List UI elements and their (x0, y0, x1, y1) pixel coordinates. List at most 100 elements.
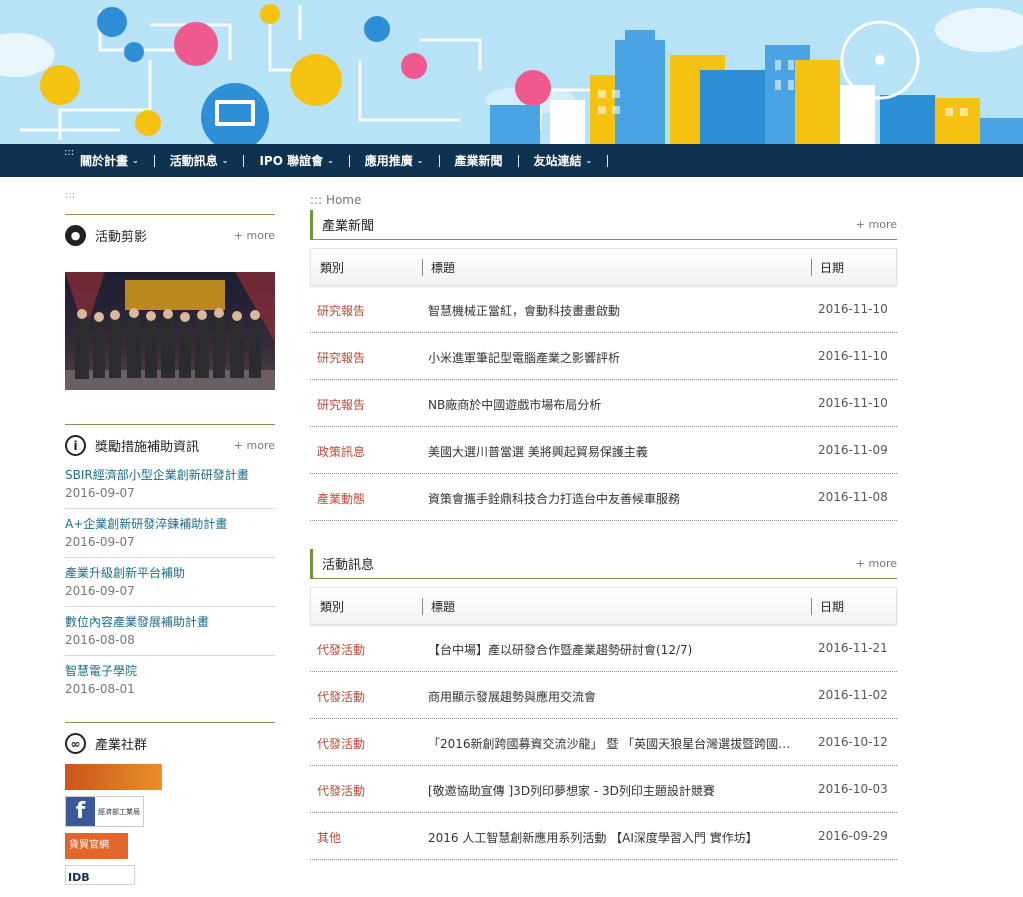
idb-logo-text: 經濟部工業局 (98, 807, 140, 816)
nav-divider (438, 154, 440, 167)
subsidy-item-title[interactable]: 數位內容產業發展補助計畫 (65, 613, 275, 631)
table-row[interactable]: 代發活動 [敬邀協助宣傳 ]3D列印夢想家 - 3D列印主題設計競賽 2016-10… (310, 766, 897, 813)
table-row[interactable]: 代發活動 商用顯示發展趨勢與應用交流會 2016-11-02 (310, 672, 897, 719)
chevron-down-icon: ⌄ (221, 156, 229, 165)
row-title[interactable]: NB廠商於中國遊戲市場布局分析 (428, 396, 601, 413)
row-title[interactable]: [敬邀協助宣傳 ]3D列印夢想家 - 3D列印主題設計競賽 (428, 782, 715, 799)
col-category: 類別 (320, 260, 345, 275)
sidebar-accesskey[interactable]: ::: (65, 190, 275, 214)
table-row[interactable]: 產業動態 資策會攜手銓鼎科技合力打造台中友善候車服務 2016-11-08 (310, 474, 897, 521)
row-title[interactable]: 「2016新創跨國募資交流沙龍」 暨 「英國天狼星台灣選拔暨跨國募資 (428, 735, 798, 752)
row-title[interactable]: 智慧機械正當紅，會動科技畫畫啟動 (428, 302, 620, 319)
table-row[interactable]: 研究報告 智慧機械正當紅，會動科技畫畫啟動 2016-11-10 (310, 286, 897, 333)
row-category: 政策訊息 (317, 445, 366, 459)
col-title: 標題 (422, 258, 455, 276)
subsidy-item-title[interactable]: A+企業創新研發淬鍊補助計畫 (65, 515, 275, 533)
main-nav: ::: 關於計畫 ⌄ 活動訊息 ⌄ IPO 聯誼會 ⌄ 應用推廣 ⌄ 產業新聞 友站連結… (0, 144, 1023, 177)
row-date: 2016-11-10 (818, 349, 888, 363)
row-date: 2016-10-03 (818, 782, 888, 796)
row-date: 2016-11-10 (818, 302, 888, 316)
nav-item-about[interactable]: 關於計畫 ⌄ (80, 144, 139, 177)
breadcrumb[interactable]: ::: Home (310, 190, 897, 210)
table-row[interactable]: 代發活動 「2016新創跨國募資交流沙龍」 暨 「英國天狼星台灣選拔暨跨國募資 20… (310, 719, 897, 766)
nav-item-links[interactable]: 友站連結 ⌄ (534, 144, 593, 177)
community-block: ∞ 產業社群 f 經濟部工業局 貨貿官網 IDB (65, 722, 275, 885)
activity-photos-block: ● 活動剪影 + more (65, 214, 275, 390)
chevron-down-icon: ⌄ (327, 156, 334, 165)
nav-divider (243, 154, 245, 167)
row-title[interactable]: 小米進軍筆記型電腦產業之影響評析 (428, 349, 620, 366)
chevron-down-icon: ⌄ (416, 156, 424, 165)
nav-divider (607, 154, 609, 167)
subsidy-item-date: 2016-09-07 (65, 584, 135, 598)
nav-item-applications[interactable]: 應用推廣 ⌄ (365, 144, 424, 177)
trade-portal-logo[interactable]: 貨貿官網 (65, 833, 128, 859)
table-row[interactable]: 研究報告 NB廠商於中國遊戲市場布局分析 2016-11-10 (310, 380, 897, 427)
video-camera-icon: ● (65, 225, 86, 246)
nav-accesskey[interactable]: ::: (64, 148, 74, 158)
industry-news-more-link[interactable]: + more (856, 218, 897, 231)
community-logos: f 經濟部工業局 貨貿官網 IDB (65, 764, 275, 885)
subsidy-item-title[interactable]: SBIR經濟部小型企業創新研發計畫 (65, 466, 275, 484)
industry-portal-logo[interactable] (65, 764, 162, 790)
activity-photo-illustration (65, 272, 275, 390)
nav-item-industry-news[interactable]: 產業新聞 (455, 144, 503, 177)
subsidy-more-link[interactable]: + more (234, 439, 275, 452)
community-title: 產業社群 (95, 738, 148, 753)
subsidy-item-date: 2016-08-08 (65, 633, 135, 647)
subsidy-title: 獎勵措施補助資訊 (95, 440, 200, 455)
activity-photos-more-link[interactable]: + more (234, 229, 275, 242)
facebook-idb-logo[interactable]: f 經濟部工業局 (65, 796, 144, 827)
banner-illustration (0, 4, 1023, 144)
row-date: 2016-11-02 (818, 688, 888, 702)
row-title[interactable]: 2016 人工智慧創新應用系列活動 【AI深度學習入門 實作坊】 (428, 829, 758, 846)
table-row[interactable]: 代發活動 【台中場】產以研發合作暨產業趨勢研討會(12/7) 2016-11-21 (310, 625, 897, 672)
activity-photos-header: ● 活動剪影 + more (65, 215, 275, 256)
subsidy-item-title[interactable]: 產業升級創新平台補助 (65, 564, 275, 582)
subsidy-header: i 獎勵措施補助資訊 + more (65, 425, 275, 466)
info-icon: i (65, 435, 86, 456)
events-table-header: 類別 標題 日期 (310, 587, 897, 625)
chevron-down-icon: ⌄ (132, 156, 139, 165)
sidebar: ::: ● 活動剪影 + more i 獎勵措施補助資訊 + more SBIR… (65, 190, 275, 891)
events-title: 活動訊息 (322, 558, 375, 573)
subsidy-block: i 獎勵措施補助資訊 + more SBIR經濟部小型企業創新研發計畫 2016… (65, 424, 275, 704)
industry-news-title: 產業新聞 (322, 219, 375, 234)
industry-news-header: 產業新聞 + more (310, 210, 897, 240)
activity-photos-title: 活動剪影 (95, 230, 148, 245)
row-category: 產業動態 (317, 492, 366, 506)
nav-divider (348, 154, 350, 167)
table-row[interactable]: 研究報告 小米進軍筆記型電腦產業之影響評析 2016-11-10 (310, 333, 897, 380)
row-title[interactable]: 資策會攜手銓鼎科技合力打造台中友善候車服務 (428, 490, 680, 507)
idb-ecommerce-logo[interactable]: IDB (65, 865, 135, 885)
subsidy-item: 產業升級創新平台補助 2016-09-07 (65, 558, 275, 607)
nav-divider (153, 154, 155, 167)
table-row[interactable]: 其他 2016 人工智慧創新應用系列活動 【AI深度學習入門 實作坊】 2016-0… (310, 813, 897, 860)
activity-photo[interactable] (65, 272, 275, 390)
row-date: 2016-10-12 (818, 735, 888, 749)
row-title[interactable]: 【台中場】產以研發合作暨產業趨勢研討會(12/7) (428, 641, 692, 658)
table-row[interactable]: 政策訊息 美國大選川普當選 美將興起貿易保護主義 2016-11-09 (310, 427, 897, 474)
row-category: 代發活動 (317, 690, 366, 704)
subsidy-item-date: 2016-09-07 (65, 486, 135, 500)
row-category: 代發活動 (317, 643, 366, 657)
subsidy-item-date: 2016-08-01 (65, 682, 135, 696)
subsidy-item: 智慧電子學院 2016-08-01 (65, 656, 275, 704)
facebook-icon: f (66, 797, 95, 826)
row-title[interactable]: 美國大選川普當選 美將興起貿易保護主義 (428, 443, 648, 460)
row-category: 代發活動 (317, 784, 366, 798)
main-content: ::: Home 產業新聞 + more 類別 標題 日期 研究報告 智慧機械正當… (310, 190, 897, 860)
row-date: 2016-11-21 (818, 641, 888, 655)
nav-item-ipo[interactable]: IPO 聯誼會 ⌄ (259, 144, 333, 177)
row-date: 2016-09-29 (818, 829, 888, 843)
events-more-link[interactable]: + more (856, 557, 897, 570)
chevron-down-icon: ⌄ (585, 156, 593, 165)
row-category: 研究報告 (317, 398, 366, 412)
row-title[interactable]: 商用顯示發展趨勢與應用交流會 (428, 688, 596, 705)
row-category: 研究報告 (317, 351, 366, 365)
idb-icon: IDB (68, 871, 90, 884)
subsidy-item: SBIR經濟部小型企業創新研發計畫 2016-09-07 (65, 466, 275, 509)
trade-portal-text: 貨貿官網 (69, 840, 109, 851)
subsidy-item-title[interactable]: 智慧電子學院 (65, 662, 275, 680)
nav-item-events[interactable]: 活動訊息 ⌄ (170, 144, 229, 177)
